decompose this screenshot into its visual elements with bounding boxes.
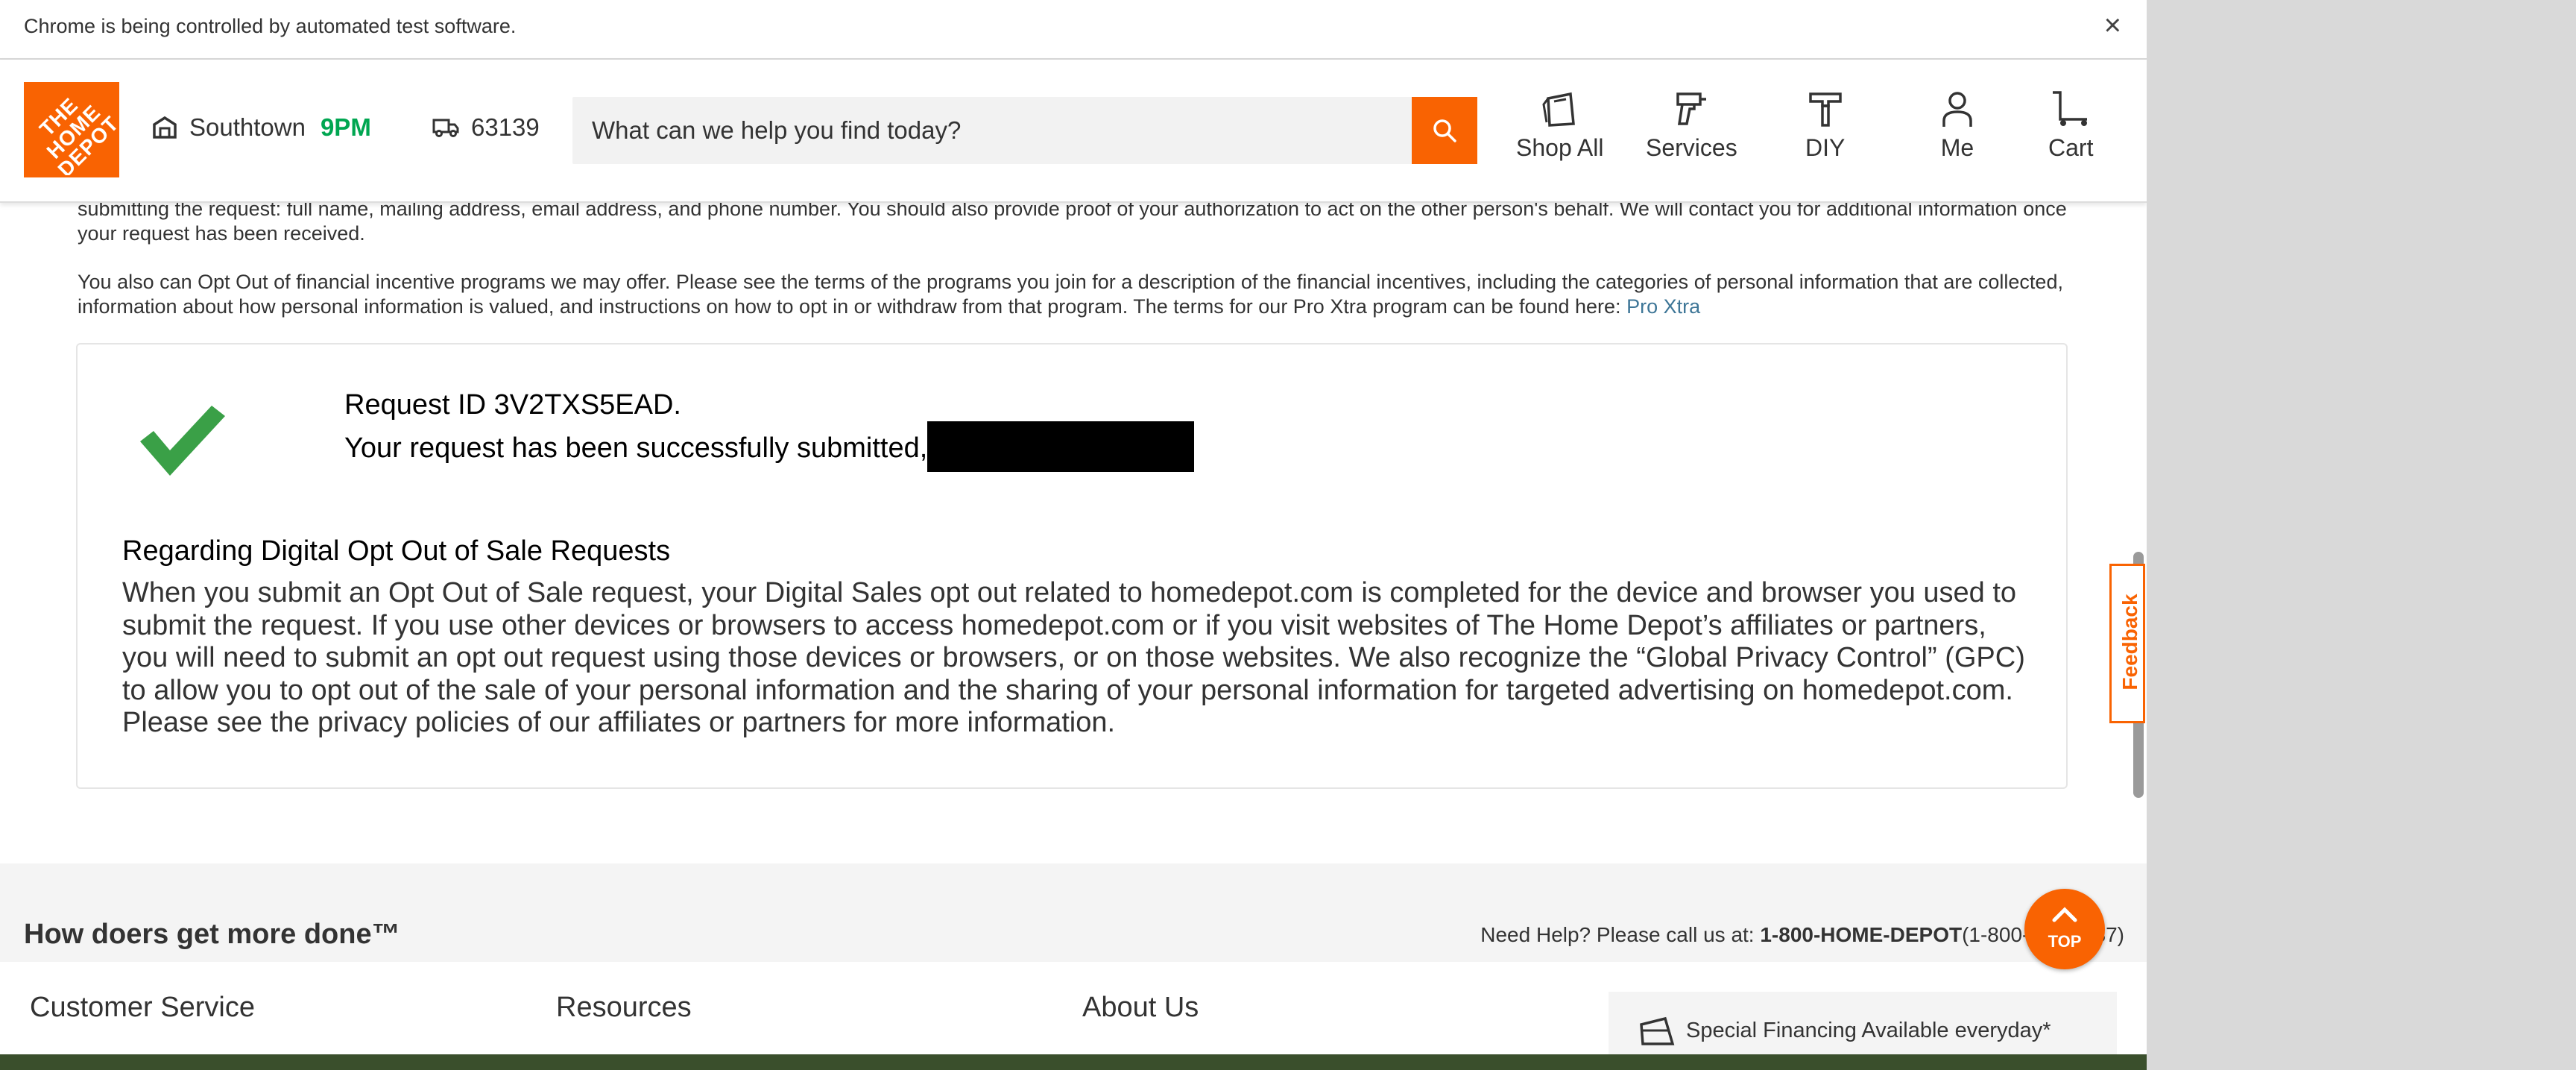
browser-page: Chrome is being controlled by automated … xyxy=(0,0,2147,1070)
back-to-top-button[interactable]: TOP xyxy=(2024,889,2105,969)
request-id: Request ID 3V2TXS5EAD. xyxy=(344,389,681,421)
checkmark-icon xyxy=(140,406,225,476)
section-body: When you submit an Opt Out of Sale reque… xyxy=(122,577,2025,738)
section-title: Regarding Digital Opt Out of Sale Reques… xyxy=(122,535,671,567)
person-icon xyxy=(1942,92,1972,127)
shop-all-icon xyxy=(1542,92,1575,127)
nav-label: Shop All xyxy=(1516,134,1604,161)
nav-services[interactable]: Services xyxy=(1646,89,1737,162)
diy-icon xyxy=(1808,92,1842,127)
logo-text: THE HOME DEPOT xyxy=(35,93,119,177)
infobar-close-button[interactable]: × xyxy=(2104,9,2121,42)
footer-column-resources[interactable]: Resources xyxy=(556,992,692,1024)
search-button[interactable] xyxy=(1412,97,1477,164)
background xyxy=(2147,0,2576,1070)
delivery-zip[interactable]: 63139 xyxy=(432,113,540,142)
home-depot-logo[interactable]: THE HOME DEPOT xyxy=(24,82,119,177)
nav-label: DIY xyxy=(1805,134,1846,161)
services-icon xyxy=(1676,92,1707,125)
taskbar-strip xyxy=(0,1054,2147,1070)
success-message-text: Your request has been successfully submi… xyxy=(344,432,928,464)
footer-column-customer-service[interactable]: Customer Service xyxy=(30,992,255,1024)
nav-me[interactable]: Me xyxy=(1938,89,1977,162)
truck-icon xyxy=(432,119,459,137)
financial-incentive-body: You also can Opt Out of financial incent… xyxy=(78,271,2063,318)
store-hours: 9PM xyxy=(320,113,371,141)
financing-label: Special Financing Available everyday* xyxy=(1686,1019,2051,1042)
store-icon xyxy=(153,116,177,139)
store-name: Southtown xyxy=(189,113,306,141)
search-icon xyxy=(1433,119,1456,142)
infobar-text: Chrome is being controlled by automated … xyxy=(24,15,517,37)
top-label: TOP xyxy=(2048,932,2082,951)
footer-top-bar: How doers get more done™ Need Help? Plea… xyxy=(0,907,2147,962)
cart-icon xyxy=(2053,91,2088,126)
nav-cart[interactable]: Cart xyxy=(2048,89,2093,162)
search-input[interactable] xyxy=(572,97,1415,164)
pro-xtra-link[interactable]: Pro Xtra xyxy=(1626,295,1700,318)
site-header: THE HOME DEPOT Southtown 9PM 63139 Shop … xyxy=(0,60,2147,203)
footer-column-about-us[interactable]: About Us xyxy=(1082,992,1199,1024)
footer-spacer xyxy=(0,863,2147,907)
authorized-agent-text: submitting the request: full name, maili… xyxy=(78,198,2067,245)
credit-card-icon xyxy=(1640,1016,1675,1045)
success-message: Your request has been successfully submi… xyxy=(344,421,1195,472)
redacted-block xyxy=(927,421,1195,472)
nav-diy[interactable]: DIY xyxy=(1805,89,1845,162)
main-content: submitting the request: full name, maili… xyxy=(15,198,2132,811)
nav-label: Services xyxy=(1646,134,1737,161)
chevron-up-icon xyxy=(2052,907,2077,922)
help-prefix: Need Help? Please call us at: xyxy=(1480,923,1761,946)
help-phone-link[interactable]: 1-800-HOME-DEPOT xyxy=(1760,923,1962,946)
nav-label: Me xyxy=(1940,134,1974,161)
footer-tagline: How doers get more done™ xyxy=(24,919,400,950)
search-bar xyxy=(572,97,1477,164)
zip-code: 63139 xyxy=(471,113,540,141)
automation-infobar: Chrome is being controlled by automated … xyxy=(0,0,2147,60)
feedback-tab[interactable]: Feedback xyxy=(2109,564,2145,723)
confirmation-card: Request ID 3V2TXS5EAD. Your request has … xyxy=(76,343,2068,789)
nav-shop-all[interactable]: Shop All xyxy=(1516,89,1603,162)
nav-label: Cart xyxy=(2048,134,2094,161)
store-selector[interactable]: Southtown 9PM xyxy=(152,113,371,142)
feedback-label: Feedback xyxy=(2118,594,2141,690)
financial-incentive-text: You also can Opt Out of financial incent… xyxy=(78,270,2090,319)
